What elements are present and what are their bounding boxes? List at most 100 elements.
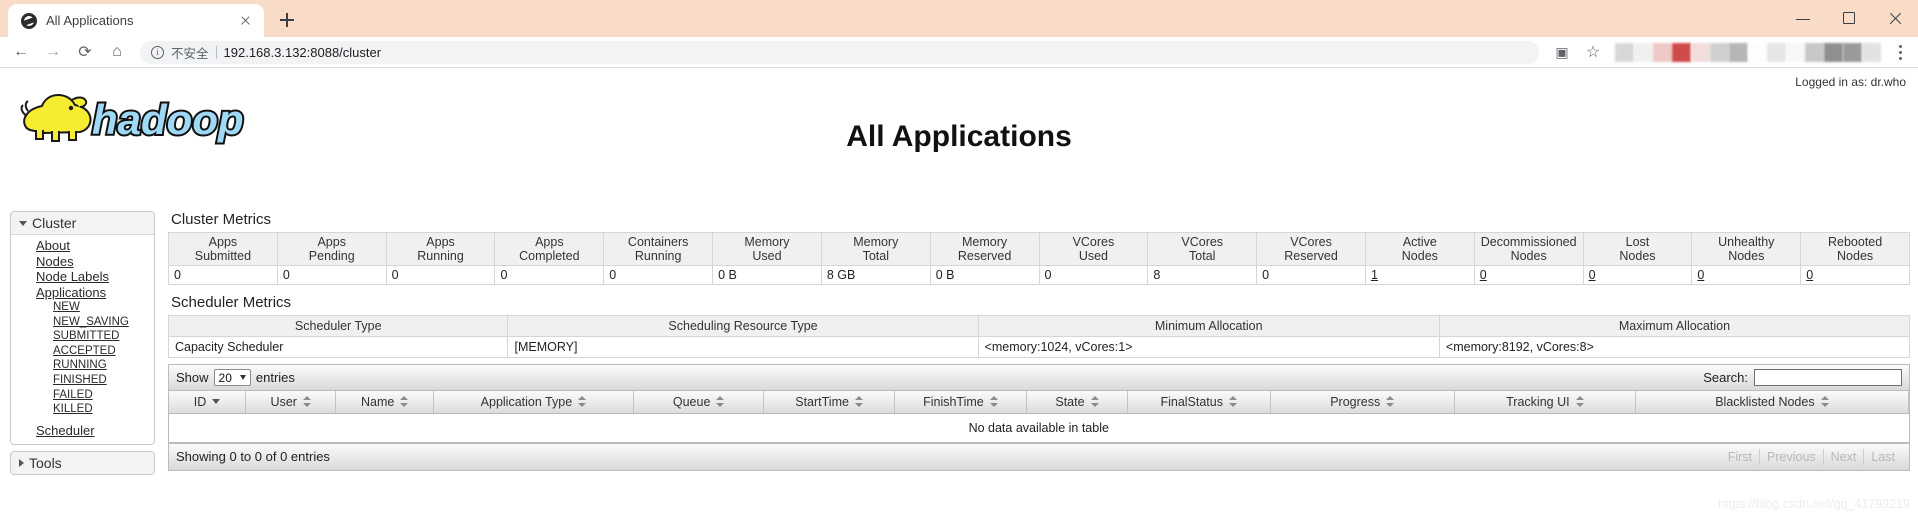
minimize-window-button[interactable] (1780, 0, 1826, 37)
sidebar-item-submitted[interactable]: SUBMITTED (11, 329, 154, 344)
sidebar-item-scheduler[interactable]: Scheduler (11, 423, 154, 439)
sidebar-item-node-labels[interactable]: Node Labels (11, 269, 154, 285)
page-length-select[interactable]: 20 (213, 369, 251, 386)
datatable-footer: Showing 0 to 0 of 0 entries First Previou… (169, 442, 1909, 470)
cluster-metric-link[interactable]: 1 (1371, 268, 1378, 282)
column-header-state[interactable]: State (1026, 391, 1128, 414)
translate-icon[interactable]: ▣ (1547, 38, 1577, 66)
divider (215, 45, 217, 59)
column-header-progress[interactable]: Progress (1270, 391, 1455, 414)
column-header-label: Blacklisted Nodes (1715, 394, 1815, 409)
column-header-finalstatus[interactable]: FinalStatus (1127, 391, 1271, 414)
cluster-metric-value[interactable]: 0 (1473, 265, 1584, 285)
sidebar-item-applications[interactable]: Applications (11, 285, 154, 301)
cluster-panel-header[interactable]: Cluster (11, 212, 154, 235)
column-header-application-type[interactable]: Application Type (433, 391, 634, 414)
close-window-button[interactable] (1872, 0, 1918, 37)
show-label: Show (176, 370, 209, 385)
page-length-control: Show 20 entries (176, 369, 295, 386)
column-header-id[interactable]: ID (169, 391, 247, 414)
pagination: First Previous Next Last (1721, 448, 1902, 465)
column-header-tracking-ui[interactable]: Tracking UI (1454, 391, 1636, 414)
cluster-metric-header: Apps Pending (276, 232, 387, 266)
cluster-metric-header: Apps Submitted (168, 232, 278, 266)
scheduler-metrics-title: Scheduler Metrics (171, 294, 292, 311)
scheduler-metric-value: <memory:1024, vCores:1> (977, 336, 1440, 358)
reload-icon[interactable]: ⟳ (70, 38, 100, 66)
sidebar-item-new-saving[interactable]: NEW_SAVING (11, 315, 154, 330)
chevron-down-icon (239, 375, 246, 380)
sidebar-item-nodes[interactable]: Nodes (11, 254, 154, 270)
new-tab-button[interactable] (273, 6, 301, 34)
back-arrow-icon[interactable]: ← (6, 38, 36, 66)
pagination-first-button[interactable]: First (1721, 448, 1761, 465)
search-input[interactable] (1754, 369, 1902, 386)
page-length-value: 20 (218, 370, 232, 385)
sidebar-item-failed[interactable]: FAILED (11, 388, 154, 403)
cluster-metric-value[interactable]: 0 (1800, 265, 1910, 285)
close-tab-icon[interactable] (237, 12, 254, 29)
sort-both-icon (1820, 396, 1829, 408)
column-header-blacklisted-nodes[interactable]: Blacklisted Nodes (1635, 391, 1910, 414)
cluster-metric-link[interactable]: 0 (1589, 268, 1596, 282)
cluster-metric-link[interactable]: 0 (1480, 268, 1487, 282)
sort-desc-icon (212, 399, 221, 405)
column-header-user[interactable]: User (245, 391, 337, 414)
main-content: Cluster Metrics Apps Submitted Apps Pending… (167, 211, 1911, 471)
cluster-metric-header: Unhealthy Nodes (1691, 232, 1802, 266)
sidebar-item-accepted[interactable]: ACCEPTED (11, 344, 154, 359)
sidebar-item-about[interactable]: About (11, 238, 154, 254)
cluster-metric-value[interactable]: 0 (1582, 265, 1693, 285)
scheduler-metric-value: [MEMORY] (507, 336, 979, 358)
page-body: Logged in as: dr.who hadoop hadoop All A… (0, 68, 1918, 515)
sort-both-icon (578, 396, 587, 408)
column-header-name[interactable]: Name (335, 391, 434, 414)
tools-panel-label: Tools (29, 455, 62, 472)
column-header-starttime[interactable]: StartTime (763, 391, 895, 414)
cluster-metric-header: Memory Used (712, 232, 822, 266)
cluster-metric-value: 8 (1147, 265, 1258, 285)
chevron-right-icon (19, 459, 24, 468)
cluster-metric-header: VCores Reserved (1256, 232, 1366, 266)
sidebar-item-killed[interactable]: KILLED (11, 402, 154, 417)
extension-icons[interactable] (1615, 42, 1881, 62)
column-header-label: Application Type (480, 394, 573, 409)
scheduler-metrics-value-row: Capacity Scheduler [MEMORY] <memory:1024, … (167, 336, 1911, 358)
pagination-next-button[interactable]: Next (1824, 448, 1865, 465)
column-header-label: Progress (1330, 394, 1381, 409)
sidebar-item-finished[interactable]: FINISHED (11, 373, 154, 388)
cluster-metric-link[interactable]: 0 (1697, 268, 1704, 282)
scheduler-metric-value: <memory:8192, vCores:8> (1438, 336, 1911, 358)
cluster-metric-header: Apps Completed (494, 232, 605, 266)
forward-arrow-icon[interactable]: → (38, 38, 68, 66)
browser-tab[interactable]: All Applications (8, 4, 264, 37)
browser-toolbar: ← → ⟳ ⌂ i 不安全 192.168.3.132:8088/cluster… (0, 37, 1918, 68)
address-bar[interactable]: i 不安全 192.168.3.132:8088/cluster (140, 40, 1539, 64)
bookmark-star-icon[interactable]: ☆ (1578, 38, 1608, 66)
sidebar-item-running[interactable]: RUNNING (11, 358, 154, 373)
scheduler-metric-header: Scheduling Resource Type (507, 315, 979, 337)
maximize-window-button[interactable] (1826, 0, 1872, 37)
cluster-metric-value[interactable]: 0 (1691, 265, 1802, 285)
pagination-previous-button[interactable]: Previous (1760, 448, 1824, 465)
column-header-label: User (270, 394, 297, 409)
cluster-metric-link[interactable]: 0 (1806, 268, 1813, 282)
column-header-queue[interactable]: Queue (633, 391, 765, 414)
sidebar-item-new[interactable]: NEW (11, 300, 154, 315)
sort-both-icon (1386, 396, 1395, 408)
column-header-label: ID (193, 394, 207, 409)
toolbar-right-actions: ▣ ☆ (1547, 38, 1912, 66)
browser-menu-button[interactable] (1888, 39, 1912, 65)
cluster-metric-header: Decommissioned Nodes (1473, 232, 1584, 266)
cluster-metric-value: 0 B (929, 265, 1040, 285)
home-icon[interactable]: ⌂ (102, 38, 132, 66)
cluster-metric-value[interactable]: 1 (1364, 265, 1475, 285)
scheduler-metric-header: Maximum Allocation (1438, 315, 1911, 337)
column-header-label: Queue (672, 394, 711, 409)
column-header-finishtime[interactable]: FinishTime (894, 391, 1028, 414)
sort-both-icon (1090, 396, 1099, 408)
tab-favicon-icon (21, 12, 37, 29)
tools-panel-header[interactable]: Tools (11, 452, 154, 475)
info-icon[interactable]: i (151, 45, 164, 59)
pagination-last-button[interactable]: Last (1864, 449, 1902, 465)
